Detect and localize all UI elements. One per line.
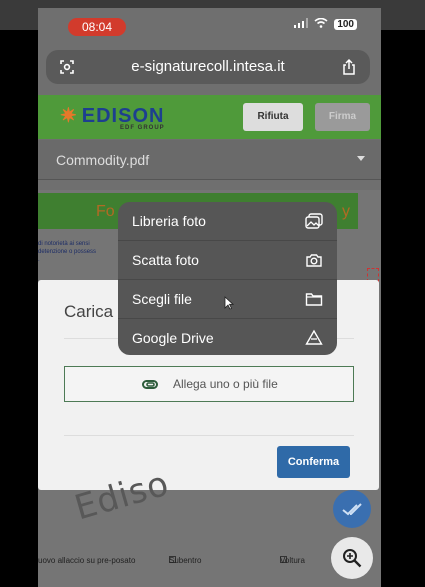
chevron-down-icon <box>357 156 365 161</box>
photo-library-icon <box>305 212 323 230</box>
double-check-icon <box>342 503 362 516</box>
wifi-icon <box>314 17 328 31</box>
menu-item-take-photo[interactable]: Scatta foto <box>118 241 337 279</box>
document-select-value: Commodity.pdf <box>56 152 150 168</box>
battery-indicator: 100 <box>334 19 357 30</box>
banner-text-right: y <box>342 203 350 220</box>
document-text: di notorietà ai sensi detenzione o posse… <box>38 240 96 264</box>
menu-item-label: Google Drive <box>132 330 214 346</box>
url-text[interactable]: e-signaturecoll.intesa.it <box>46 58 370 75</box>
logo-subtext: EDF GROUP <box>120 125 165 131</box>
menu-item-label: Scegli file <box>132 291 192 307</box>
share-icon[interactable] <box>340 58 358 76</box>
document-select[interactable]: Commodity.pdf <box>38 140 381 180</box>
paperclip-icon <box>141 375 159 393</box>
document-line: di notorietà ai sensi <box>38 241 90 247</box>
url-bar[interactable]: e-signaturecoll.intesa.it <box>46 50 370 84</box>
zoom-button[interactable] <box>331 537 373 579</box>
camera-icon <box>305 251 323 269</box>
menu-item-google-drive[interactable]: Google Drive <box>118 319 337 357</box>
attach-files-label: Allega uno o più file <box>173 377 278 391</box>
divider <box>64 435 354 436</box>
zoom-icon <box>343 549 362 568</box>
status-icons: 100 <box>294 17 357 31</box>
menu-item-label: Scatta foto <box>132 252 199 268</box>
file-source-menu: Libreria foto Scatta foto Scegli file Go… <box>118 202 337 355</box>
confirm-button[interactable]: Conferma <box>277 446 350 478</box>
folder-icon <box>305 290 323 308</box>
sign-fab-button[interactable] <box>333 490 371 528</box>
logo-star-icon: ✷ <box>60 105 78 127</box>
status-time: 08:04 <box>68 18 126 36</box>
menu-item-photo-library[interactable]: Libreria foto <box>118 202 337 240</box>
document-line: detenzione o possess <box>38 249 97 255</box>
attach-files-button[interactable]: Allega uno o più file <box>64 366 354 402</box>
document-line: . <box>38 257 40 263</box>
menu-item-label: Libreria foto <box>132 213 206 229</box>
reject-button[interactable]: Rifiuta <box>243 103 303 131</box>
google-drive-icon <box>305 329 323 347</box>
logo-text: EDISON <box>81 105 165 127</box>
mouse-cursor-icon <box>224 296 235 310</box>
sign-button[interactable]: Firma <box>315 103 370 131</box>
banner-text-left: Fo <box>96 203 115 220</box>
signal-icon <box>294 18 309 31</box>
status-bar: 08:04 100 <box>38 14 381 42</box>
edison-logo: ✷ EDISON EDF GROUP <box>60 103 170 131</box>
app-header: ✷ EDISON EDF GROUP Rifiuta Firma <box>38 95 381 139</box>
